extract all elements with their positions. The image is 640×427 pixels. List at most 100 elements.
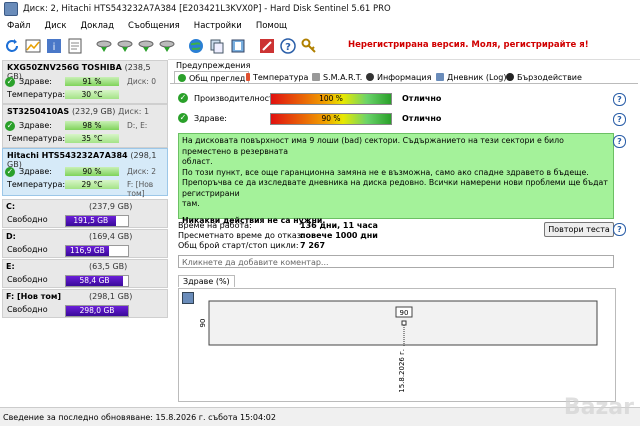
menu-help[interactable]: Помощ	[249, 21, 294, 31]
free-space-bar: 58,4 GB	[65, 275, 129, 287]
ok-check-icon: ✓	[5, 121, 15, 131]
disk-name: KXG50ZNV256G TOSHIBA	[7, 63, 122, 72]
tab-performance[interactable]: Бързодействие	[506, 71, 582, 83]
message-line: там.	[182, 199, 200, 208]
volume-name: D:	[6, 232, 16, 241]
menu-messages[interactable]: Съобщения	[121, 21, 187, 31]
temp-bar: 35 °C	[65, 134, 119, 143]
help-icon[interactable]: ?	[613, 223, 626, 236]
ok-check-icon: ✓	[178, 113, 188, 123]
performance-bar: 100 %	[270, 93, 392, 105]
ok-check-icon: ✓	[178, 93, 188, 103]
y-tick-label: 90	[199, 319, 207, 328]
volume-item-f[interactable]: F: [Нов том] (298,1 GB) Свободно 298,0 G…	[2, 289, 168, 318]
report-icon[interactable]	[66, 37, 84, 55]
ok-check-icon: ✓	[5, 77, 15, 87]
free-space-value: 116,9 GB	[66, 246, 109, 256]
retest-button[interactable]: Повтори теста	[544, 222, 614, 237]
volume-capacity: (169,4 GB)	[89, 232, 133, 241]
help-icon[interactable]: ?	[613, 135, 626, 148]
tab-information[interactable]: Информация	[366, 71, 431, 83]
drive-letters: F: [Нов том]	[127, 180, 154, 198]
performance-value: 100 %	[319, 94, 343, 103]
disk-item-0[interactable]: KXG50ZNV256G TOSHIBA (238,5 GB) ✓ Здраве…	[2, 60, 168, 104]
performance-label: Производителност:	[194, 94, 277, 103]
key-icon[interactable]	[300, 37, 318, 55]
paste-icon[interactable]	[229, 37, 247, 55]
log-icon	[436, 73, 444, 81]
health-label: Здраве:	[194, 114, 227, 123]
drive-icon[interactable]	[116, 37, 134, 55]
watermark-logo: Bazar	[563, 395, 634, 420]
health-message: На дисковата повърхност има 9 лоши (bad)…	[178, 133, 614, 225]
temp-bar: 30 °C	[65, 90, 119, 99]
free-label: Свободно	[7, 305, 48, 314]
health-label: Здраве:	[19, 121, 52, 130]
globe-icon[interactable]	[187, 37, 205, 55]
message-line: На дисковата повърхност има 9 лоши (bad)…	[182, 136, 564, 156]
menu-settings[interactable]: Настройки	[187, 21, 249, 31]
app-icon	[4, 2, 18, 16]
volume-item-c[interactable]: C: (237,9 GB) Свободно 191,5 GB	[2, 199, 168, 228]
status-bar: Сведение за последно обновяване: 15.8.20…	[0, 407, 640, 426]
runtime-label: Време на работа:	[178, 221, 252, 230]
health-value: 90 %	[321, 114, 341, 123]
comment-input[interactable]: Кликнете да добавите коментар...	[178, 255, 614, 268]
disk-number: Диск: 2	[127, 167, 157, 176]
tab-label: Предупреждения	[176, 60, 251, 70]
free-label: Свободно	[7, 215, 48, 224]
chart-icon[interactable]	[24, 37, 42, 55]
free-label: Свободно	[7, 245, 48, 254]
tab-label: Информация	[377, 72, 432, 82]
free-label: Свободно	[7, 275, 48, 284]
overview-panel: ✓ Производителност: 100 % Отлично ? ✓ Зд…	[170, 83, 638, 406]
message-line: По този пункт, все още гаранционна замян…	[182, 167, 589, 177]
title-bar: Диск: 2, Hitachi HTS543232A7A384 [E20342…	[0, 0, 640, 18]
tools-icon[interactable]	[258, 37, 276, 55]
message-line: Препоръчва се да изследвате дневника на …	[182, 178, 608, 198]
drive-icon[interactable]	[137, 37, 155, 55]
volume-name: E:	[6, 262, 15, 271]
help-icon[interactable]: ?	[613, 113, 626, 126]
info-icon[interactable]: i	[45, 37, 63, 55]
tab-smart[interactable]: S.M.A.R.T.	[312, 71, 362, 83]
registration-link[interactable]: Нерегистрирана версия. Моля, регистрирай…	[348, 40, 589, 50]
disk-name: Hitachi HTS543232A7A384	[7, 151, 128, 160]
drive-icon[interactable]	[158, 37, 176, 55]
chart-svg: 90 90 15.8.2026 г.	[199, 300, 598, 393]
free-space-bar: 116,9 GB	[65, 245, 129, 257]
copy-icon[interactable]	[208, 37, 226, 55]
volume-item-d[interactable]: D: (169,4 GB) Свободно 116,9 GB	[2, 229, 168, 258]
volume-name: F: [Нов том]	[6, 292, 62, 301]
message-line: област.	[182, 157, 213, 166]
refresh-icon[interactable]	[3, 37, 21, 55]
health-bar: 98 %	[65, 121, 119, 130]
disk-item-2[interactable]: Hitachi HTS543232A7A384 (298,1 GB) ✓ Здр…	[2, 148, 168, 198]
volume-item-e[interactable]: E: (63,5 GB) Свободно 58,4 GB	[2, 259, 168, 288]
tab-label: Дневник (Log)	[447, 72, 507, 82]
help-icon[interactable]: ?	[279, 37, 297, 55]
tab-warnings[interactable]: Предупреждения	[176, 59, 250, 71]
help-icon[interactable]: ?	[613, 93, 626, 106]
free-space-bar: 191,5 GB	[65, 215, 129, 227]
starts-value: 7 267	[300, 241, 326, 250]
volume-capacity: (237,9 GB)	[89, 202, 133, 211]
menu-disk[interactable]: Диск	[37, 21, 73, 31]
temp-label: Температура:	[7, 180, 66, 189]
volume-capacity: (63,5 GB)	[89, 262, 128, 271]
disk-number: Диск: 0	[127, 77, 157, 86]
tab-label: Температура	[253, 72, 309, 82]
tab-health-chart[interactable]: Здраве (%)	[178, 275, 235, 287]
main-panel: Предупреждения Общ преглед Температура S…	[170, 59, 640, 407]
x-tick-label: 15.8.2026 г.	[398, 349, 406, 393]
menu-file[interactable]: Файл	[0, 21, 37, 31]
drive-icon[interactable]	[95, 37, 113, 55]
tab-temperature[interactable]: Температура	[246, 71, 308, 83]
runtime-value: 136 дни, 11 часа	[300, 221, 378, 230]
disk-item-1[interactable]: ST3250410AS (232,9 GB) Диск: 1 ✓ Здраве:…	[2, 104, 168, 148]
health-chart: 90 90 15.8.2026 г.	[178, 288, 616, 402]
menu-report[interactable]: Доклад	[73, 21, 121, 31]
disk-name: ST3250410AS	[7, 107, 70, 116]
health-label: Здраве:	[19, 77, 52, 86]
tab-log[interactable]: Дневник (Log)	[436, 71, 506, 83]
